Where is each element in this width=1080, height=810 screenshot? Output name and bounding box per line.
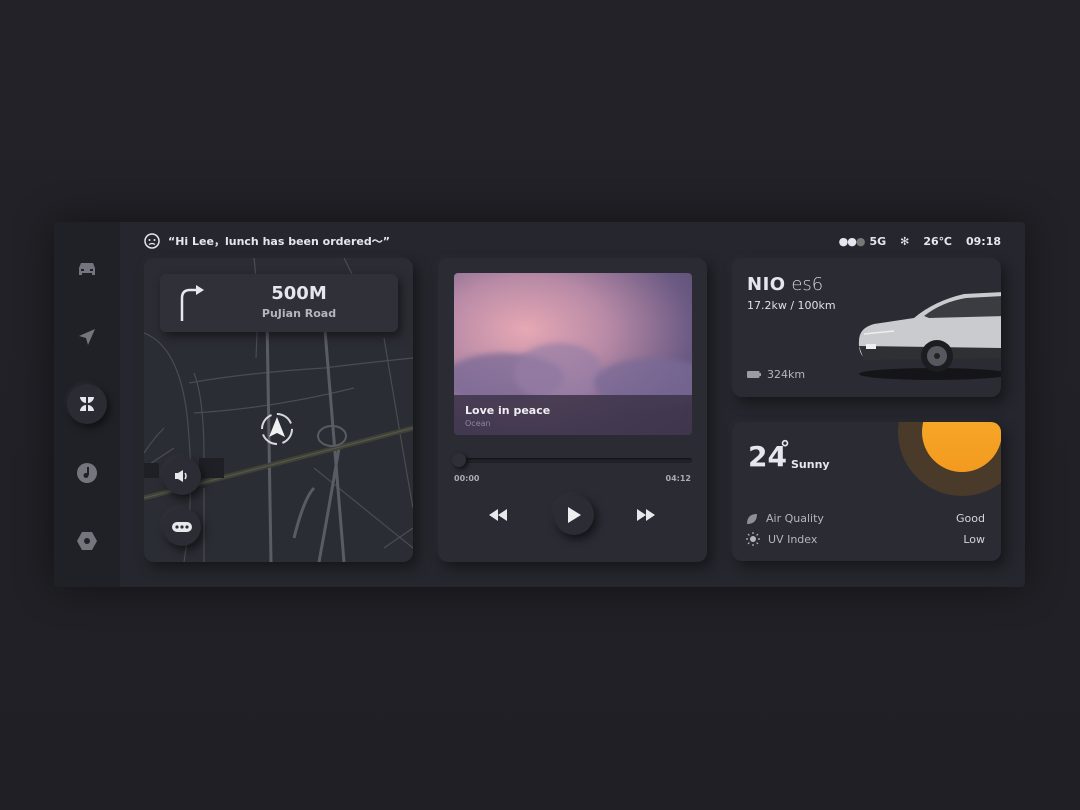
energy-efficiency: 17.2kw / 100km xyxy=(747,299,836,312)
model-name: es6 xyxy=(791,274,824,295)
signal-dots-icon: ●●● xyxy=(838,234,866,248)
status-bar: ●●● 5G ✻ 26℃ 09:18 xyxy=(839,235,1001,248)
play-icon xyxy=(568,507,581,523)
road-name: PuJian Road xyxy=(261,307,337,320)
track-info: Love in peace Ocean xyxy=(454,395,692,435)
more-dots-icon xyxy=(172,522,192,532)
bluetooth-icon: ✻ xyxy=(900,234,910,248)
vehicle-brand: NIO es6 xyxy=(747,274,823,295)
sidebar-item-navigation[interactable] xyxy=(67,317,107,357)
vehicle-image xyxy=(858,292,1001,380)
sidebar-item-music[interactable] xyxy=(67,453,107,493)
artist-name: Ocean xyxy=(465,419,491,428)
settings-hex-icon xyxy=(77,532,97,550)
progress-thumb[interactable] xyxy=(452,453,466,467)
weather-card[interactable]: 24 ° Sunny Air Quality Good UV Index Low xyxy=(732,422,1001,561)
sidebar-item-apps[interactable] xyxy=(67,384,107,424)
rewind-button[interactable] xyxy=(486,507,510,523)
vehicle-card[interactable]: NIO es6 17.2kw / 100km 324km xyxy=(732,258,1001,397)
network-type: 5G xyxy=(869,234,887,248)
temperature-readout: 26℃ xyxy=(923,234,952,248)
brand-name: NIO xyxy=(747,274,786,295)
album-cover[interactable]: Love in peace Ocean xyxy=(454,273,692,435)
volume-button[interactable] xyxy=(163,457,201,495)
uv-index-label: UV Index xyxy=(768,532,818,546)
assistant-face-icon xyxy=(144,233,160,249)
assistant-message: “Hi Lee，lunch has been ordered～” xyxy=(168,235,390,248)
sun-icon xyxy=(746,532,760,546)
speaker-icon xyxy=(175,470,187,482)
car-icon xyxy=(79,263,95,275)
sidebar-item-settings[interactable] xyxy=(67,521,107,561)
clock: 09:18 xyxy=(965,234,1001,248)
more-button[interactable] xyxy=(163,508,201,546)
music-card: Love in peace Ocean 00:00 04:12 xyxy=(438,258,707,562)
signal-indicator: ●●● 5G xyxy=(839,235,887,248)
fast-forward-icon xyxy=(637,509,655,521)
dashboard-panel: “Hi Lee，lunch has been ordered～” ●●● 5G … xyxy=(54,222,1025,587)
leaf-icon xyxy=(747,513,757,524)
map-card[interactable]: 500M PuJian Road xyxy=(144,258,413,562)
elapsed-time: 00:00 xyxy=(454,474,480,483)
uv-index-value: Low xyxy=(963,532,985,546)
uv-index-row: UV Index Low xyxy=(746,532,985,546)
duration: 04:12 xyxy=(665,474,691,483)
song-title: Love in peace xyxy=(465,404,551,417)
range-value: 324km xyxy=(767,368,806,381)
compass-position-icon xyxy=(261,413,293,445)
play-button[interactable] xyxy=(554,495,594,535)
battery-icon xyxy=(747,371,761,378)
weather-condition: Sunny xyxy=(791,458,830,471)
battery-range: 324km xyxy=(747,368,805,381)
music-icon xyxy=(77,463,97,483)
turn-instruction: 500M PuJian Road xyxy=(160,274,398,332)
status-header: “Hi Lee，lunch has been ordered～” ●●● 5G … xyxy=(144,232,1001,250)
air-quality-row: Air Quality Good xyxy=(746,512,985,525)
sidebar-item-car[interactable] xyxy=(67,249,107,289)
progress-slider[interactable] xyxy=(452,453,692,467)
air-quality-label: Air Quality xyxy=(766,512,824,525)
rewind-icon xyxy=(489,509,507,521)
air-quality-value: Good xyxy=(956,512,985,525)
degree-symbol: ° xyxy=(780,436,790,460)
sidebar xyxy=(54,222,120,587)
navigation-arrow-icon xyxy=(79,329,95,345)
fast-forward-button[interactable] xyxy=(634,507,658,523)
turn-distance: 500M xyxy=(271,283,327,304)
apps-grid-icon xyxy=(80,397,94,411)
